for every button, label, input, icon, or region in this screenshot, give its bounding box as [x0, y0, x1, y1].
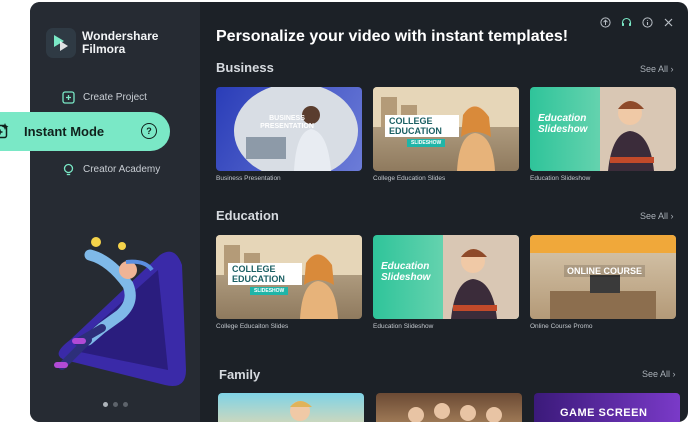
see-all-label: See All [642, 369, 671, 379]
carousel-dots[interactable] [103, 402, 128, 407]
see-all-label: See All [640, 64, 669, 74]
carousel-dot[interactable] [123, 402, 128, 407]
card-caption: Online Course Promo [530, 323, 593, 330]
template-card-business-presentation[interactable]: BUSINESS PRESENTATION [216, 87, 362, 171]
thumbnail-subtext: SLIDESHOW [250, 287, 289, 295]
thumbnail-image [290, 401, 312, 421]
lightbulb-icon [63, 163, 74, 176]
card-caption: College Education Slides [373, 175, 446, 182]
headset-icon[interactable] [621, 15, 632, 26]
chevron-right-icon: › [672, 369, 676, 379]
thumbnail-text: ONLINE COURSE [564, 265, 646, 277]
template-card-online-course-promo[interactable]: ONLINE COURSE [530, 235, 676, 319]
window-controls [600, 15, 674, 28]
sidebar-item-instant-mode[interactable]: Instant Mode ? [0, 112, 170, 151]
template-card-college-education-slides-2[interactable]: COLLEGE EDUCATION SLIDESHOW [216, 235, 362, 319]
help-icon[interactable]: ? [141, 123, 157, 139]
sidebar-item-creator-academy[interactable]: Creator Academy [62, 163, 160, 176]
brand-line2: Filmora [82, 42, 126, 56]
see-all-label: See All [640, 211, 669, 221]
section-title-family: Family [219, 367, 261, 382]
thumbnail-image [408, 403, 502, 422]
sidebar-item-create-project[interactable]: Create Project [62, 91, 147, 104]
instant-mode-icon [0, 123, 9, 139]
thumbnail-text: COLLEGE EDUCATION [228, 263, 302, 285]
card-caption: Education Slideshow [373, 323, 434, 330]
chevron-right-icon: › [670, 64, 674, 74]
see-all-family-link[interactable]: See All › [642, 369, 676, 379]
card-caption: Education Slideshow [530, 175, 591, 182]
template-card-education-slideshow-2[interactable]: Education Slideshow [373, 235, 519, 319]
thumbnail-text: BUSINESS PRESENTATION [260, 115, 314, 130]
carousel-dot[interactable] [103, 402, 108, 407]
template-card-family-1[interactable] [218, 393, 364, 422]
template-card-family-3[interactable]: GAME SCREEN [534, 393, 680, 422]
thumbnail-image [530, 235, 676, 319]
brand-name: Wondershare Filmora [82, 30, 158, 56]
card-caption: College Educaiton Slides [216, 323, 289, 330]
chevron-right-icon: › [670, 211, 674, 221]
sidebar-item-label: Create Project [83, 92, 147, 103]
thumbnail-subtext: SLIDESHOW [407, 139, 446, 147]
see-all-business-link[interactable]: See All › [640, 64, 674, 74]
section-title-business: Business [216, 60, 274, 75]
create-project-icon [62, 91, 75, 104]
section-title-education: Education [216, 208, 279, 223]
carousel-dot[interactable] [113, 402, 118, 407]
info-icon[interactable] [642, 15, 653, 28]
sidebar: Wondershare Filmora Create Project Creat… [30, 2, 200, 422]
see-all-education-link[interactable]: See All › [640, 211, 674, 221]
template-card-college-education-slides[interactable]: COLLEGE EDUCATION SLIDESHOW [373, 87, 519, 171]
thumbnail-text: GAME SCREEN [560, 407, 648, 419]
sidebar-item-label: Creator Academy [83, 164, 161, 175]
upload-icon[interactable] [600, 15, 611, 28]
sidebar-item-label: Instant Mode [24, 124, 105, 139]
template-card-education-slideshow[interactable]: Education Slideshow [530, 87, 676, 171]
app-window: Wondershare Filmora Create Project Creat… [30, 2, 688, 422]
hero-illustration [54, 237, 186, 386]
template-card-family-2[interactable] [376, 393, 522, 422]
thumbnail-text: Education Slideshow [381, 261, 431, 283]
card-caption: Business Presentation [216, 175, 281, 182]
close-icon[interactable] [663, 15, 674, 27]
thumbnail-text: Education Slideshow [538, 113, 588, 135]
thumbnail-text: COLLEGE EDUCATION [385, 115, 459, 137]
page-title: Personalize your video with instant temp… [216, 28, 569, 45]
filmora-logo-icon [46, 28, 76, 58]
